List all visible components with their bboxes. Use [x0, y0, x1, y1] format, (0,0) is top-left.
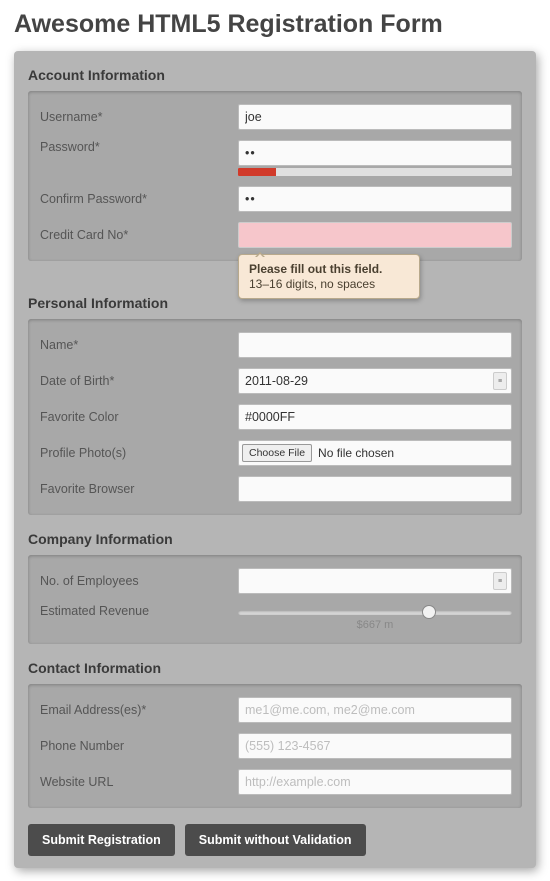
section-title-account: Account Information [28, 67, 522, 83]
email-label: Email Address(es)* [38, 703, 238, 717]
phone-input[interactable] [238, 733, 512, 759]
fieldset-company: No. of Employees ≡ Estimated Revenue $66… [28, 555, 522, 644]
fieldset-personal: Name* Date of Birth* 2011-08-29 ≡ Favori… [28, 319, 522, 515]
row-profile-photo: Profile Photo(s) Choose File No file cho… [38, 435, 512, 471]
file-input[interactable]: Choose File No file chosen [238, 440, 512, 466]
slider-thumb[interactable] [422, 605, 436, 619]
revenue-value: $667 m [238, 619, 512, 631]
name-label: Name* [38, 338, 238, 352]
row-favorite-browser: Favorite Browser [38, 471, 512, 507]
password-strength-meter [238, 168, 512, 176]
revenue-slider[interactable] [238, 610, 512, 615]
tooltip-hint: 13–16 digits, no spaces [249, 277, 409, 291]
section-personal: Personal Information Name* Date of Birth… [14, 289, 536, 519]
submit-novalidate-button[interactable]: Submit without Validation [185, 824, 366, 856]
row-favorite-color: Favorite Color [38, 399, 512, 435]
password-input[interactable]: •• [238, 140, 512, 166]
url-input[interactable] [238, 769, 512, 795]
fieldset-contact: Email Address(es)* Phone Number Website … [28, 684, 522, 808]
row-phone: Phone Number [38, 728, 512, 764]
tooltip-title: Please fill out this field. [249, 262, 409, 276]
row-password: Password* •• [38, 135, 512, 181]
confirm-password-input[interactable]: •• [238, 186, 512, 212]
favorite-browser-input[interactable] [238, 476, 512, 502]
password-label: Password* [38, 140, 238, 154]
employees-input[interactable]: ≡ [238, 568, 512, 594]
favorite-browser-label: Favorite Browser [38, 482, 238, 496]
employees-label: No. of Employees [38, 574, 238, 588]
name-input[interactable] [238, 332, 512, 358]
dob-input[interactable]: 2011-08-29 ≡ [238, 368, 512, 394]
row-username: Username* [38, 99, 512, 135]
row-name: Name* [38, 327, 512, 363]
section-title-contact: Contact Information [28, 660, 522, 676]
section-contact: Contact Information Email Address(es)* P… [14, 654, 536, 812]
favorite-color-input[interactable] [238, 404, 512, 430]
section-company: Company Information No. of Employees ≡ E… [14, 525, 536, 648]
phone-label: Phone Number [38, 739, 238, 753]
favorite-color-label: Favorite Color [38, 410, 238, 424]
dob-label: Date of Birth* [38, 374, 238, 388]
row-email: Email Address(es)* [38, 692, 512, 728]
button-bar: Submit Registration Submit without Valid… [14, 812, 536, 856]
url-label: Website URL [38, 775, 238, 789]
validation-tooltip: Please fill out this field. 13–16 digits… [238, 254, 420, 299]
profile-photo-label: Profile Photo(s) [38, 446, 238, 460]
credit-card-input[interactable] [238, 222, 512, 248]
dob-value: 2011-08-29 [245, 374, 308, 388]
page-title: Awesome HTML5 Registration Form [0, 0, 550, 45]
fieldset-account: Username* Password* •• Confirm Password*… [28, 91, 522, 261]
username-label: Username* [38, 110, 238, 124]
row-credit-card: Credit Card No* Please fill out this fie… [38, 217, 512, 253]
email-input[interactable] [238, 697, 512, 723]
credit-card-label: Credit Card No* [38, 228, 238, 242]
choose-file-button[interactable]: Choose File [242, 444, 312, 462]
confirm-password-label: Confirm Password* [38, 192, 238, 206]
submit-button[interactable]: Submit Registration [28, 824, 175, 856]
date-stepper-icon[interactable]: ≡ [493, 372, 507, 390]
section-account: Account Information Username* Password* … [14, 61, 536, 265]
row-url: Website URL [38, 764, 512, 800]
row-revenue: Estimated Revenue $667 m [38, 599, 512, 636]
revenue-label: Estimated Revenue [38, 604, 238, 618]
row-dob: Date of Birth* 2011-08-29 ≡ [38, 363, 512, 399]
username-input[interactable] [238, 104, 512, 130]
section-title-company: Company Information [28, 531, 522, 547]
registration-form: Account Information Username* Password* … [14, 51, 536, 868]
file-status: No file chosen [318, 446, 394, 460]
row-employees: No. of Employees ≡ [38, 563, 512, 599]
number-stepper-icon[interactable]: ≡ [493, 572, 507, 590]
password-strength-fill [238, 168, 276, 176]
row-confirm-password: Confirm Password* •• [38, 181, 512, 217]
